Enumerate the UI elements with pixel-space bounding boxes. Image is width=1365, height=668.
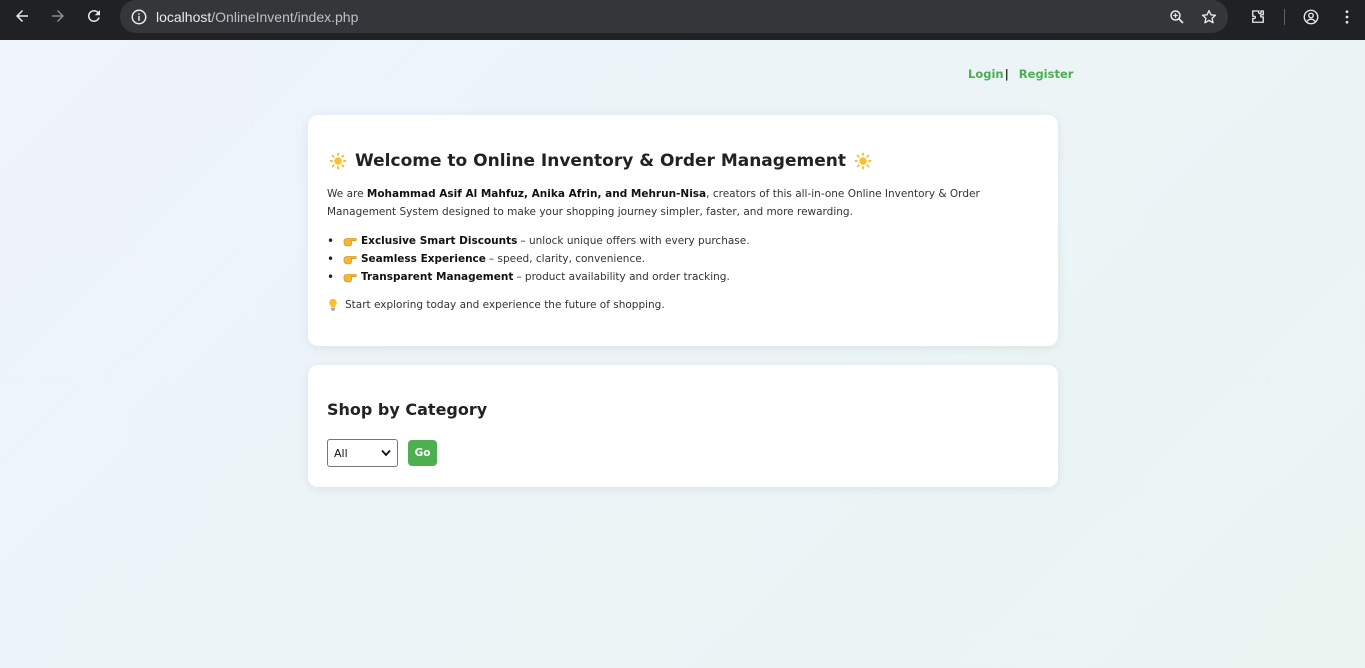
category-heading: Shop by Category <box>327 400 488 419</box>
login-link[interactable]: Login <box>968 67 1004 81</box>
profile-button[interactable] <box>1293 0 1329 33</box>
url-host: localhost <box>156 8 212 25</box>
intro-paragraph: We are Mohammad Asif Al Mahfuz, Anika Af… <box>327 185 1039 221</box>
chevron-down-icon <box>381 449 391 457</box>
feature-item: Transparent Management – product availab… <box>327 268 750 286</box>
go-button[interactable]: Go <box>408 440 437 466</box>
page-content: Login | Register Welcome to Online Inven… <box>0 40 1365 668</box>
top-nav: Login | Register <box>968 67 1073 81</box>
site-info-button[interactable] <box>122 0 156 33</box>
back-arrow-icon <box>16 10 28 22</box>
menu-button[interactable] <box>1329 0 1365 33</box>
browser-toolbar: localhost/OnlineInvent/index.php <box>0 0 1365 40</box>
pointing-hand-icon <box>343 274 357 283</box>
toolbar-divider <box>1284 8 1285 25</box>
pointing-hand-icon <box>343 238 357 247</box>
profile-icon <box>1303 9 1319 24</box>
creator-names: Mohammad Asif Al Mahfuz, Anika Afrin, an… <box>366 188 707 200</box>
url-path: /OnlineInvent/index.php <box>211 8 359 25</box>
url-text: localhost/OnlineInvent/index.php <box>156 9 358 25</box>
feature-list: Exclusive Smart Discounts – unlock uniqu… <box>327 232 750 286</box>
extensions-button[interactable] <box>1240 0 1276 33</box>
feature-title: Transparent Management <box>361 271 514 283</box>
bookmark-star-icon[interactable] <box>1200 8 1218 26</box>
sun-icon <box>854 152 872 170</box>
feature-text: – speed, clarity, convenience. <box>488 253 646 265</box>
reload-button[interactable] <box>76 0 112 32</box>
welcome-heading: Welcome to Online Inventory & Order Mana… <box>327 151 872 171</box>
feature-text: – unlock unique offers with every purcha… <box>520 235 750 247</box>
feature-item: Exclusive Smart Discounts – unlock uniqu… <box>327 232 750 250</box>
category-select[interactable]: All <box>327 439 398 467</box>
address-bar[interactable]: localhost/OnlineInvent/index.php <box>120 0 1228 33</box>
lightbulb-icon <box>329 298 337 311</box>
feature-title: Exclusive Smart Discounts <box>361 235 518 247</box>
back-button[interactable] <box>4 0 40 32</box>
forward-button[interactable] <box>40 0 76 32</box>
feature-item: Seamless Experience – speed, clarity, co… <box>327 250 750 268</box>
welcome-card: Welcome to Online Inventory & Order Mana… <box>308 115 1058 346</box>
menu-kebab-icon <box>1345 9 1349 24</box>
pointing-hand-icon <box>343 256 357 265</box>
sun-icon <box>329 152 347 170</box>
reload-icon <box>87 9 100 22</box>
explore-text: Start exploring today and experience the… <box>345 298 665 311</box>
category-selected-value: All <box>334 446 348 460</box>
welcome-title-text: Welcome to Online Inventory & Order Mana… <box>355 151 846 171</box>
feature-title: Seamless Experience <box>361 253 486 265</box>
zoom-icon[interactable] <box>1168 8 1186 26</box>
site-info-icon <box>131 9 147 24</box>
forward-arrow-icon <box>52 10 64 22</box>
nav-separator: | <box>1004 67 1009 81</box>
register-link[interactable]: Register <box>1019 67 1074 81</box>
category-card: Shop by Category All Go <box>308 365 1058 487</box>
feature-text: – product availability and order trackin… <box>516 271 730 283</box>
intro-prefix: We are <box>327 188 367 200</box>
explore-line: Start exploring today and experience the… <box>327 298 665 311</box>
extensions-icon <box>1252 9 1264 23</box>
